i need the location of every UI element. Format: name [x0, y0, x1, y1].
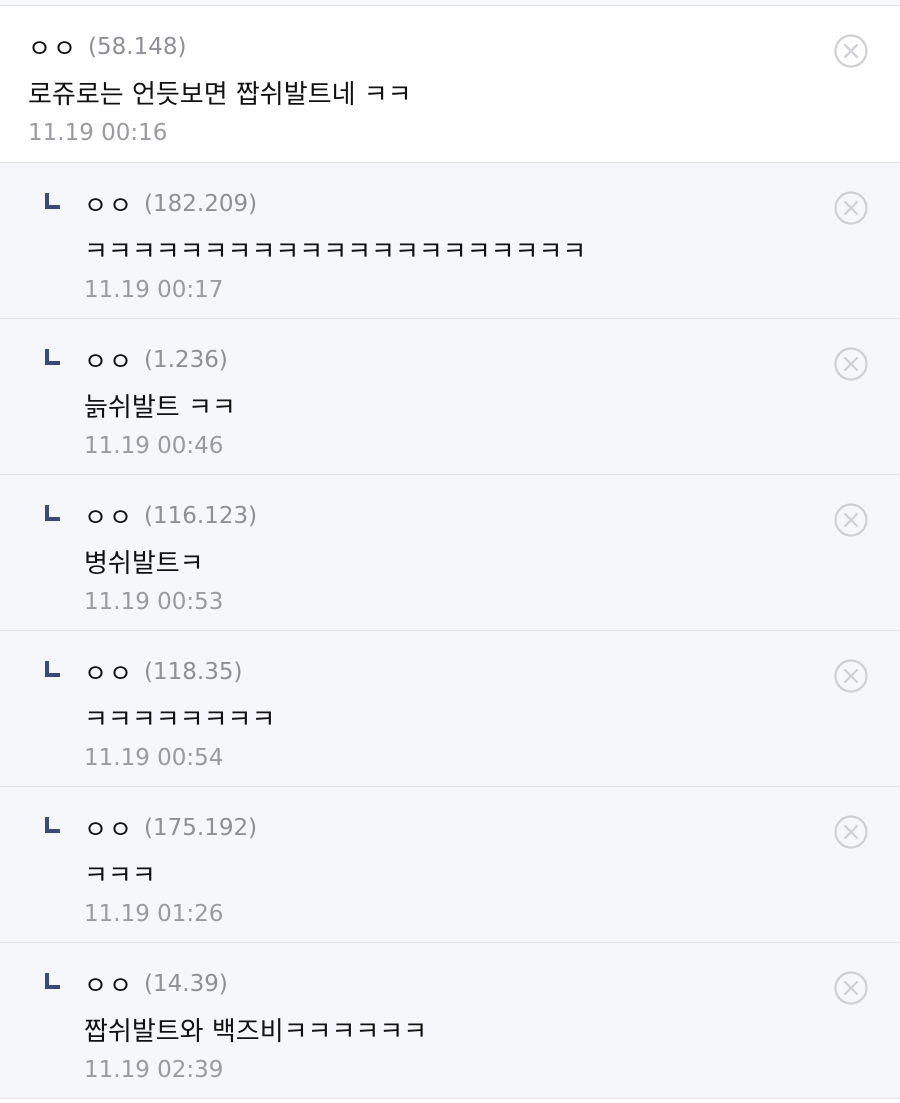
comment-text: ㅋㅋㅋ	[84, 861, 156, 891]
close-circle-icon[interactable]	[832, 189, 870, 227]
comment-text: 늙쉬발트 ㅋㅋ	[84, 393, 236, 423]
ip-address: (182.209)	[144, 191, 258, 217]
comment-header: ㅇㅇ (1.236)	[84, 343, 228, 377]
nickname[interactable]: ㅇㅇ	[84, 186, 134, 222]
comment-text: ㅋㅋㅋㅋㅋㅋㅋㅋ	[84, 705, 276, 735]
comment-header: ㅇㅇ (116.123)	[84, 499, 257, 533]
close-circle-icon[interactable]	[832, 345, 870, 383]
nickname[interactable]: ㅇㅇ	[84, 810, 134, 846]
comment-header: ㅇㅇ (14.39)	[84, 967, 228, 1001]
nickname[interactable]: ㅇㅇ	[84, 654, 134, 690]
comment-time: 11.19 00:17	[84, 277, 224, 303]
comment-time: 11.19 00:53	[84, 589, 224, 615]
comment-header: ㅇㅇ (58.148)	[28, 30, 186, 64]
reply-item: ㅇㅇ (116.123) 병쉬발트ㅋ 11.19 00:53	[0, 475, 900, 631]
comment-list: ㅇㅇ (58.148) 로쥬로는 언듯보면 짭쉬발트네 ㅋㅋ 11.19 00:…	[0, 6, 900, 1099]
comment-time: 11.19 01:26	[84, 901, 224, 927]
reply-item: ㅇㅇ (175.192) ㅋㅋㅋ 11.19 01:26	[0, 787, 900, 943]
comment-item: ㅇㅇ (58.148) 로쥬로는 언듯보면 짭쉬발트네 ㅋㅋ 11.19 00:…	[0, 6, 900, 163]
reply-arrow-icon	[45, 817, 60, 833]
nickname[interactable]: ㅇㅇ	[84, 498, 134, 534]
reply-arrow-icon	[45, 193, 60, 209]
comment-time: 11.19 00:16	[28, 120, 168, 146]
close-circle-icon[interactable]	[832, 813, 870, 851]
comment-text: 로쥬로는 언듯보면 짭쉬발트네 ㅋㅋ	[28, 80, 412, 110]
ip-address: (14.39)	[144, 971, 228, 997]
nickname[interactable]: ㅇㅇ	[84, 342, 134, 378]
ip-address: (116.123)	[144, 503, 258, 529]
close-circle-icon[interactable]	[832, 32, 870, 70]
ip-address: (1.236)	[144, 347, 228, 373]
comment-time: 11.19 00:46	[84, 433, 224, 459]
comment-text: 짭쉬발트와 백즈비ㅋㅋㅋㅋㅋㅋ	[84, 1017, 428, 1047]
comment-time: 11.19 02:39	[84, 1057, 224, 1083]
ip-address: (175.192)	[144, 815, 258, 841]
reply-item: ㅇㅇ (118.35) ㅋㅋㅋㅋㅋㅋㅋㅋ 11.19 00:54	[0, 631, 900, 787]
reply-item: ㅇㅇ (182.209) ㅋㅋㅋㅋㅋㅋㅋㅋㅋㅋㅋㅋㅋㅋㅋㅋㅋㅋㅋㅋㅋ 11.19…	[0, 163, 900, 319]
reply-item: ㅇㅇ (1.236) 늙쉬발트 ㅋㅋ 11.19 00:46	[0, 319, 900, 475]
close-circle-icon[interactable]	[832, 969, 870, 1007]
comment-time: 11.19 00:54	[84, 745, 224, 771]
ip-address: (58.148)	[88, 34, 187, 60]
comment-text: 병쉬발트ㅋ	[84, 549, 204, 579]
comment-text: ㅋㅋㅋㅋㅋㅋㅋㅋㅋㅋㅋㅋㅋㅋㅋㅋㅋㅋㅋㅋㅋ	[84, 237, 587, 267]
ip-address: (118.35)	[144, 659, 243, 685]
reply-arrow-icon	[45, 973, 60, 989]
reply-arrow-icon	[45, 349, 60, 365]
nickname[interactable]: ㅇㅇ	[28, 29, 78, 65]
comment-header: ㅇㅇ (118.35)	[84, 655, 242, 689]
close-circle-icon[interactable]	[832, 501, 870, 539]
close-circle-icon[interactable]	[832, 657, 870, 695]
comment-header: ㅇㅇ (175.192)	[84, 811, 257, 845]
nickname[interactable]: ㅇㅇ	[84, 966, 134, 1002]
reply-arrow-icon	[45, 505, 60, 521]
reply-arrow-icon	[45, 661, 60, 677]
comment-header: ㅇㅇ (182.209)	[84, 187, 257, 221]
reply-item: ㅇㅇ (14.39) 짭쉬발트와 백즈비ㅋㅋㅋㅋㅋㅋ 11.19 02:39	[0, 943, 900, 1099]
